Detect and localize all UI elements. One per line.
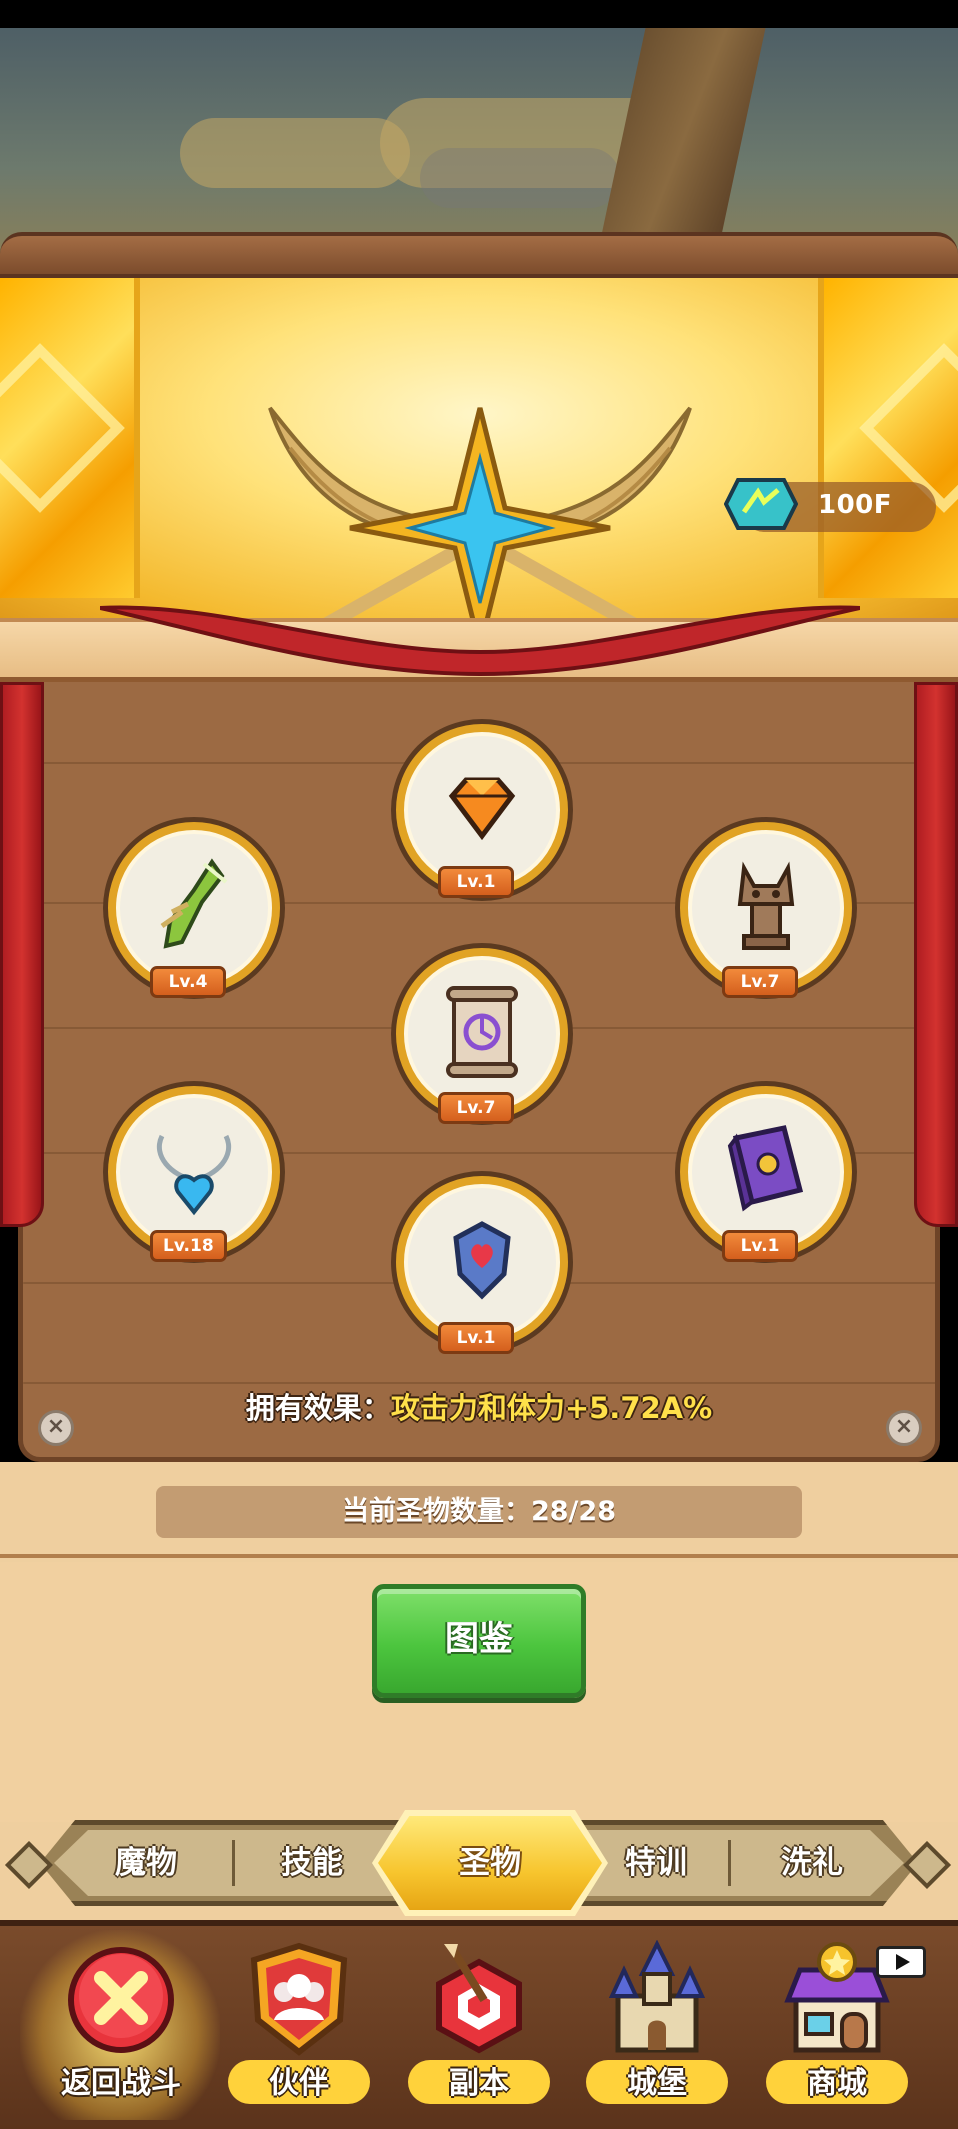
codex-button[interactable]: 图鉴 [372,1584,586,1698]
nav-label: 城堡 [627,2066,687,2101]
top-wooden-rail [0,232,958,278]
right-curtain [914,682,958,1227]
nav-label: 商城 [807,2066,867,2101]
winged-star-emblem-icon [268,406,692,618]
nav-return-battle[interactable]: 返回战斗 [36,1940,206,2120]
castle-icon [608,1940,706,2053]
tab-baptism[interactable]: 洗礼 [732,1838,892,1888]
close-icon[interactable]: × [886,1410,922,1446]
close-icon [68,1947,174,2053]
nav-partners[interactable]: 伙伴 [214,1940,384,2120]
tab-relics[interactable]: 圣物 [410,1838,570,1888]
tab-training[interactable]: 特训 [576,1838,736,1888]
dungeon-target-icon [436,1944,522,2054]
nav-castle[interactable]: 城堡 [572,1940,742,2120]
orange-gem-icon [448,777,516,841]
video-play-icon[interactable] [876,1946,926,1978]
red-ribbon [100,605,860,677]
relic-banner [0,278,958,618]
purple-book-icon [727,1125,804,1212]
nav-dungeon[interactable]: 副本 [394,1940,564,2120]
partners-shield-icon [250,1942,348,2056]
tab-monsters[interactable]: 魔物 [66,1838,226,1888]
category-tabs: 魔物 技能 圣物 特训 洗礼 [4,1810,952,1916]
relic-count: 当前圣物数量：28/28 [156,1486,802,1538]
ownership-effect: 拥有效果：攻击力和体力+5.72A% [0,1385,958,1427]
relic-level-badge: Lv.18 [150,1230,227,1262]
horned-totem-icon [737,861,795,950]
tab-strip-end [4,1840,54,1890]
heart-shield-icon [453,1221,511,1300]
relic-level-badge: Lv.1 [722,1230,798,1262]
green-claw-icon [160,858,228,949]
status-bar [0,0,958,28]
left-curtain [0,682,44,1227]
close-icon[interactable]: × [38,1410,74,1446]
effect-label: 拥有效果： [245,1391,391,1425]
relic-level-badge: Lv.4 [150,966,226,998]
effect-value: 攻击力和体力+5.72A% [390,1391,713,1425]
currency-value: 100F [818,490,893,520]
tab-skills[interactable]: 技能 [232,1838,392,1888]
tab-strip-end [902,1840,952,1890]
relic-level-badge: Lv.7 [722,966,798,998]
nav-label: 伙伴 [269,2066,329,2101]
relic-level-badge: Lv.1 [438,866,514,898]
heart-pendant-icon [156,1134,232,1216]
nav-label: 副本 [449,2066,509,2101]
crystal-currency-icon [724,478,798,530]
purple-scroll-icon [446,986,518,1078]
background-scene [0,28,958,263]
relic-level-badge: Lv.1 [438,1322,514,1354]
relic-level-badge: Lv.7 [438,1092,514,1124]
nav-label: 返回战斗 [61,2066,181,2101]
